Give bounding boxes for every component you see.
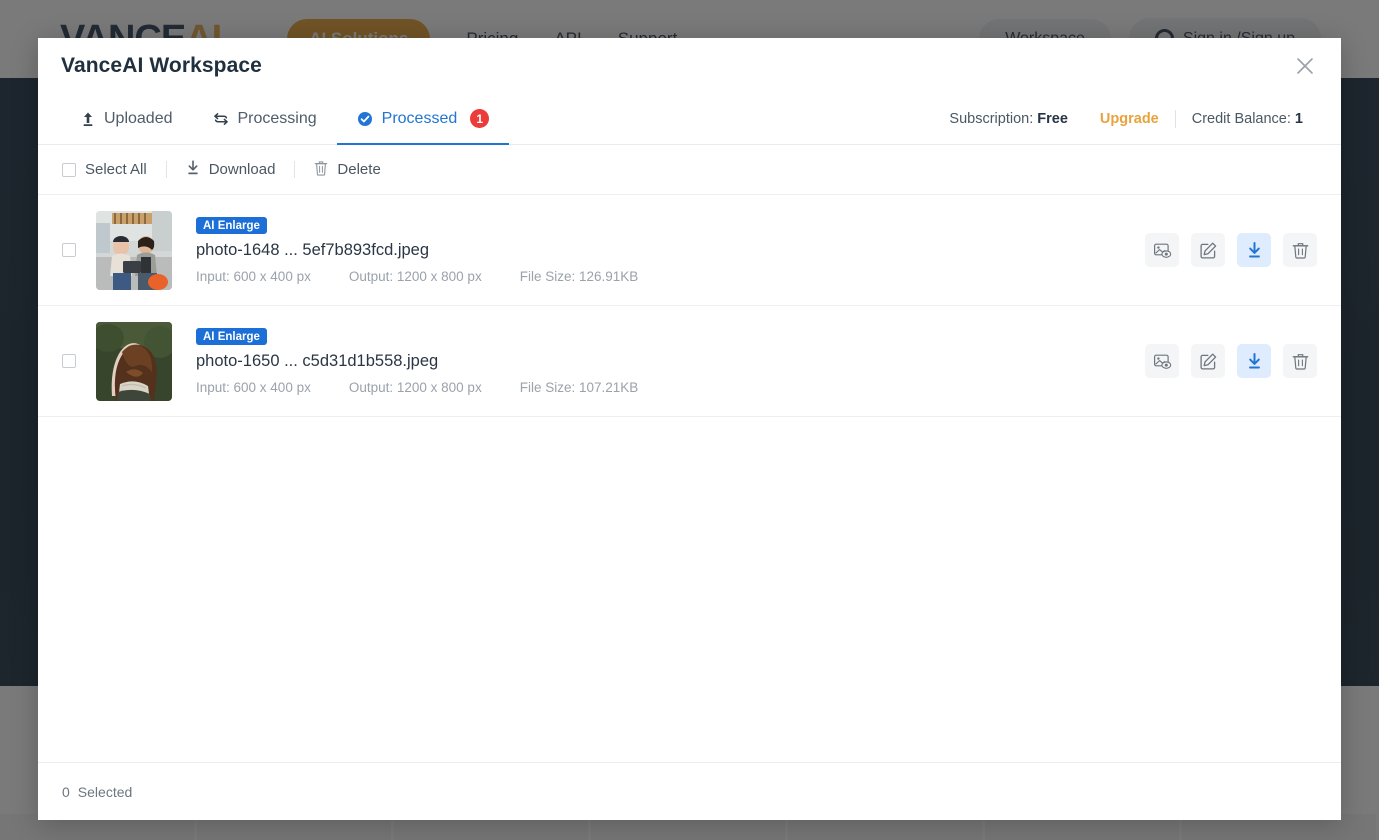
subscription-value: Free (1037, 110, 1068, 127)
download-button[interactable] (1237, 233, 1271, 267)
trash-icon (314, 160, 328, 180)
refresh-icon (213, 111, 229, 127)
modal-title-bar: VanceAI Workspace (38, 38, 1341, 93)
select-all-control[interactable]: Select All (62, 161, 147, 178)
output-size: Output: 1200 x 800 px (348, 380, 482, 396)
table-row[interactable]: AI Enlarge photo-1650 ... c5d31d1b558.jp… (38, 306, 1341, 417)
edit-button[interactable] (1191, 233, 1225, 267)
tab-processing-label: Processing (237, 109, 317, 127)
file-name: photo-1650 ... c5d31d1b558.jpeg (196, 352, 439, 371)
credit-balance-value: 1 (1294, 110, 1303, 127)
row-actions (1145, 233, 1317, 267)
file-info: AI Enlarge photo-1648 ... 5ef7b893fcd.jp… (196, 216, 1145, 284)
upgrade-link[interactable]: Upgrade (1084, 111, 1175, 127)
output-size: Output: 1200 x 800 px (348, 269, 482, 285)
check-circle-icon (357, 111, 373, 127)
delete-button[interactable]: Delete (314, 160, 381, 180)
row-checkbox[interactable] (62, 354, 76, 368)
input-size: Input: 600 x 400 px (196, 380, 311, 396)
selected-label: Selected (77, 783, 133, 800)
subscription-label: Subscription: (949, 110, 1034, 127)
file-size: File Size: 107.21KB (519, 380, 639, 396)
delete-button[interactable] (1283, 233, 1317, 267)
modal-footer: 0 Selected (38, 762, 1341, 820)
tab-bar: Uploaded Processing Processed 1 Subscrip… (38, 93, 1341, 145)
row-actions (1145, 344, 1317, 378)
tabs: Uploaded Processing Processed 1 (61, 93, 510, 145)
download-icon (186, 159, 200, 180)
table-row[interactable]: AI Enlarge photo-1648 ... 5ef7b893fcd.jp… (38, 195, 1341, 306)
file-thumbnail[interactable] (96, 321, 172, 401)
file-meta: Input: 600 x 400 px Output: 1200 x 800 p… (196, 380, 1145, 395)
delete-label: Delete (337, 161, 381, 178)
tab-uploaded-label: Uploaded (104, 109, 173, 127)
list-toolbar: Select All Download Delete (38, 145, 1341, 195)
download-label: Download (208, 161, 276, 178)
file-size: File Size: 126.91KB (519, 269, 639, 285)
status-badge: 1 (470, 109, 490, 128)
tab-processed-label: Processed (381, 109, 458, 127)
tab-uploaded[interactable]: Uploaded (61, 93, 193, 144)
selected-count: 0 (62, 783, 70, 800)
file-thumbnail[interactable] (96, 210, 172, 290)
tab-processing[interactable]: Processing (193, 93, 337, 144)
close-icon[interactable] (1291, 52, 1319, 80)
process-type-tag: AI Enlarge (196, 217, 267, 235)
upload-icon (81, 111, 95, 127)
download-button[interactable]: Download (186, 159, 276, 180)
file-list: AI Enlarge photo-1648 ... 5ef7b893fcd.jp… (38, 195, 1341, 762)
divider (294, 161, 296, 178)
file-meta: Input: 600 x 400 px Output: 1200 x 800 p… (196, 269, 1145, 284)
compare-preview-button[interactable] (1145, 344, 1179, 378)
tab-processed[interactable]: Processed 1 (336, 93, 510, 145)
compare-preview-button[interactable] (1145, 233, 1179, 267)
subscription-info: Subscription: Free (933, 111, 1084, 127)
delete-button[interactable] (1283, 344, 1317, 378)
select-all-checkbox[interactable] (62, 162, 76, 177)
input-size: Input: 600 x 400 px (196, 269, 311, 285)
divider (165, 161, 167, 178)
file-name: photo-1648 ... 5ef7b893fcd.jpeg (196, 241, 430, 260)
credit-balance-label: Credit Balance: (1191, 110, 1291, 127)
process-type-tag: AI Enlarge (196, 328, 267, 346)
row-checkbox[interactable] (62, 243, 76, 257)
select-all-label: Select All (85, 161, 147, 178)
workspace-modal: VanceAI Workspace Uploaded Processing Pr… (38, 38, 1341, 820)
credit-balance-info: Credit Balance: 1 (1176, 111, 1319, 127)
file-info: AI Enlarge photo-1650 ... c5d31d1b558.jp… (196, 327, 1145, 395)
edit-button[interactable] (1191, 344, 1225, 378)
page-title: VanceAI Workspace (61, 53, 262, 77)
account-info: Subscription: Free Upgrade Credit Balanc… (933, 93, 1341, 144)
download-button[interactable] (1237, 344, 1271, 378)
